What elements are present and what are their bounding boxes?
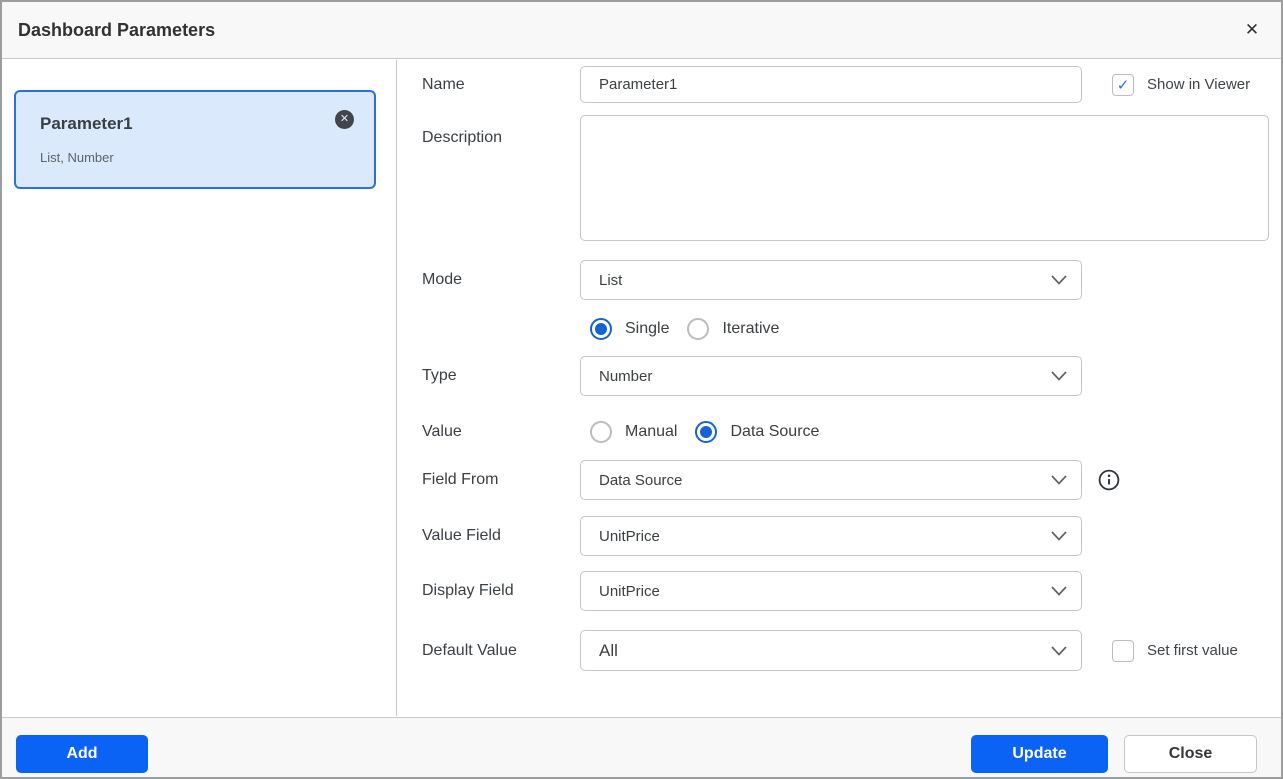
show-in-viewer-checkbox[interactable]: ✓ Show in Viewer bbox=[1112, 66, 1250, 103]
checkbox-unchecked-icon bbox=[1112, 640, 1134, 662]
type-dropdown[interactable]: Number bbox=[580, 356, 1082, 396]
field-from-label: Field From bbox=[422, 460, 498, 500]
radio-option-iterative[interactable]: Iterative bbox=[687, 318, 779, 340]
set-first-value-checkbox[interactable]: Set first value bbox=[1112, 630, 1238, 671]
value-field-dropdown[interactable]: UnitPrice bbox=[580, 516, 1082, 556]
radio-single-label: Single bbox=[625, 320, 669, 338]
description-input[interactable] bbox=[580, 115, 1269, 241]
default-value-dropdown[interactable]: All bbox=[580, 630, 1082, 671]
value-field-label: Value Field bbox=[422, 516, 501, 556]
remove-parameter-icon[interactable]: ✕ bbox=[335, 110, 354, 129]
radio-selected-icon bbox=[590, 318, 612, 340]
parameter-list-panel: Parameter1 List, Number ✕ bbox=[2, 60, 397, 716]
type-label: Type bbox=[422, 356, 457, 396]
parameter-card-meta: List, Number bbox=[40, 150, 350, 165]
chevron-down-icon bbox=[1051, 475, 1067, 485]
field-from-dropdown-value: Data Source bbox=[599, 472, 682, 489]
parameter-card[interactable]: Parameter1 List, Number ✕ bbox=[14, 90, 376, 189]
default-value-dropdown-value: All bbox=[599, 641, 618, 661]
parameter-card-name: Parameter1 bbox=[40, 114, 350, 134]
info-icon[interactable] bbox=[1098, 469, 1120, 491]
value-field-dropdown-value: UnitPrice bbox=[599, 528, 660, 545]
mode-dropdown-value: List bbox=[599, 272, 622, 289]
footer: Add Update Close bbox=[2, 717, 1281, 777]
chevron-down-icon bbox=[1051, 531, 1067, 541]
chevron-down-icon bbox=[1051, 275, 1067, 285]
type-dropdown-value: Number bbox=[599, 368, 652, 385]
radio-data-source-label: Data Source bbox=[730, 423, 819, 441]
display-field-dropdown-value: UnitPrice bbox=[599, 583, 660, 600]
radio-selected-icon bbox=[695, 421, 717, 443]
mode-option-radios: Single Iterative bbox=[590, 315, 797, 343]
field-from-dropdown[interactable]: Data Source bbox=[580, 460, 1082, 500]
chevron-down-icon bbox=[1051, 586, 1067, 596]
add-button[interactable]: Add bbox=[16, 735, 148, 773]
chevron-down-icon bbox=[1051, 371, 1067, 381]
mode-dropdown[interactable]: List bbox=[580, 260, 1082, 300]
radio-option-manual[interactable]: Manual bbox=[590, 421, 677, 443]
check-icon: ✓ bbox=[1117, 76, 1130, 94]
parameter-form: Name ✓ Show in Viewer Description Mode L… bbox=[398, 60, 1281, 716]
chevron-down-icon bbox=[1051, 646, 1067, 656]
radio-option-data-source[interactable]: Data Source bbox=[695, 421, 819, 443]
display-field-label: Display Field bbox=[422, 571, 514, 611]
display-field-dropdown[interactable]: UnitPrice bbox=[580, 571, 1082, 611]
dashboard-parameters-dialog: Dashboard Parameters ✕ Parameter1 List, … bbox=[0, 0, 1283, 779]
mode-label: Mode bbox=[422, 260, 462, 300]
radio-unselected-icon bbox=[590, 421, 612, 443]
name-input[interactable] bbox=[580, 66, 1082, 103]
update-button[interactable]: Update bbox=[971, 735, 1108, 773]
value-source-radios: Manual Data Source bbox=[590, 418, 837, 446]
titlebar: Dashboard Parameters ✕ bbox=[2, 2, 1281, 59]
radio-option-single[interactable]: Single bbox=[590, 318, 669, 340]
dialog-title: Dashboard Parameters bbox=[18, 2, 215, 58]
radio-unselected-icon bbox=[687, 318, 709, 340]
set-first-value-label: Set first value bbox=[1147, 642, 1238, 659]
value-label: Value bbox=[422, 418, 462, 446]
radio-iterative-label: Iterative bbox=[722, 320, 779, 338]
close-button[interactable]: Close bbox=[1124, 735, 1257, 773]
description-label: Description bbox=[422, 119, 502, 156]
default-value-label: Default Value bbox=[422, 630, 517, 671]
show-in-viewer-label: Show in Viewer bbox=[1147, 76, 1250, 93]
close-icon[interactable]: ✕ bbox=[1237, 2, 1267, 58]
radio-manual-label: Manual bbox=[625, 423, 677, 441]
name-label: Name bbox=[422, 66, 465, 103]
checkbox-checked-icon: ✓ bbox=[1112, 74, 1134, 96]
